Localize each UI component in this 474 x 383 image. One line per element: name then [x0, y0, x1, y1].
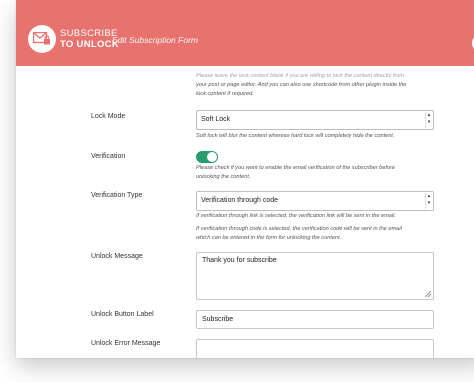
select-arrows-icon: ▴ ▾: [425, 193, 432, 209]
verification-type-value: Verification through code: [201, 197, 279, 204]
page-title: Edit Subscription Form: [112, 35, 198, 45]
note-line: Please check if you want to enable the e…: [196, 165, 395, 171]
unlock-button-label-label: Unlock Button Label: [91, 311, 154, 318]
note-line: If verification through code is selected…: [196, 226, 402, 232]
note-line: Please leave the lock content blank if y…: [196, 73, 405, 79]
verification-type-label: Verification Type: [91, 192, 143, 199]
lock-content-note: Please leave the lock content blank if y…: [196, 72, 406, 99]
select-arrows-icon: ▴ ▾: [425, 112, 432, 128]
lock-mode-value: Soft Lock: [201, 116, 231, 123]
verification-note: Please check if you want to enable the e…: [196, 164, 395, 182]
unlock-message-label: Unlock Message: [91, 253, 143, 260]
note-line: lock content if required.: [196, 91, 254, 97]
unlock-message-textarea[interactable]: Thank you for subscribe: [196, 252, 434, 300]
note-line: which can be entered in the form for unl…: [196, 235, 342, 241]
lock-envelope-icon: [33, 32, 50, 45]
unlock-message-value: Thank you for subscribe: [202, 257, 277, 264]
verification-toggle[interactable]: [196, 151, 218, 163]
verification-label: Verification: [91, 153, 126, 160]
lock-mode-select[interactable]: Soft Lock ▴ ▾: [196, 110, 434, 130]
app-header: SUBSCRIBE TO UNLOCK Edit Subscription Fo…: [16, 0, 474, 66]
unlock-button-label-input[interactable]: Subscribe: [196, 310, 434, 329]
brand-line-1: SUBSCRIBE: [60, 28, 118, 39]
note-line: unlocking the content.: [196, 174, 251, 180]
brand-name: SUBSCRIBE TO UNLOCK: [60, 28, 119, 50]
brand-line-2: TO UNLOCK: [60, 39, 119, 50]
unlock-error-message-label: Unlock Error Message: [91, 340, 161, 347]
lock-mode-note: Soft lock will blur the content whereas …: [196, 133, 395, 139]
verification-type-select[interactable]: Verification through code ▴ ▾: [196, 191, 434, 211]
app-window: SUBSCRIBE TO UNLOCK Edit Subscription Fo…: [16, 0, 474, 358]
toggle-knob: [207, 152, 217, 162]
verification-link-note: If verification through link is selected…: [196, 213, 396, 219]
lock-mode-label: Lock Mode: [91, 113, 126, 120]
resize-handle-icon[interactable]: [425, 291, 431, 297]
unlock-button-label-value: Subscribe: [202, 316, 234, 323]
verification-code-note: If verification through code is selected…: [196, 225, 402, 243]
note-line: your post or page editor. And you can al…: [196, 82, 407, 88]
logo: [28, 25, 56, 53]
unlock-error-message-textarea[interactable]: [196, 339, 434, 358]
